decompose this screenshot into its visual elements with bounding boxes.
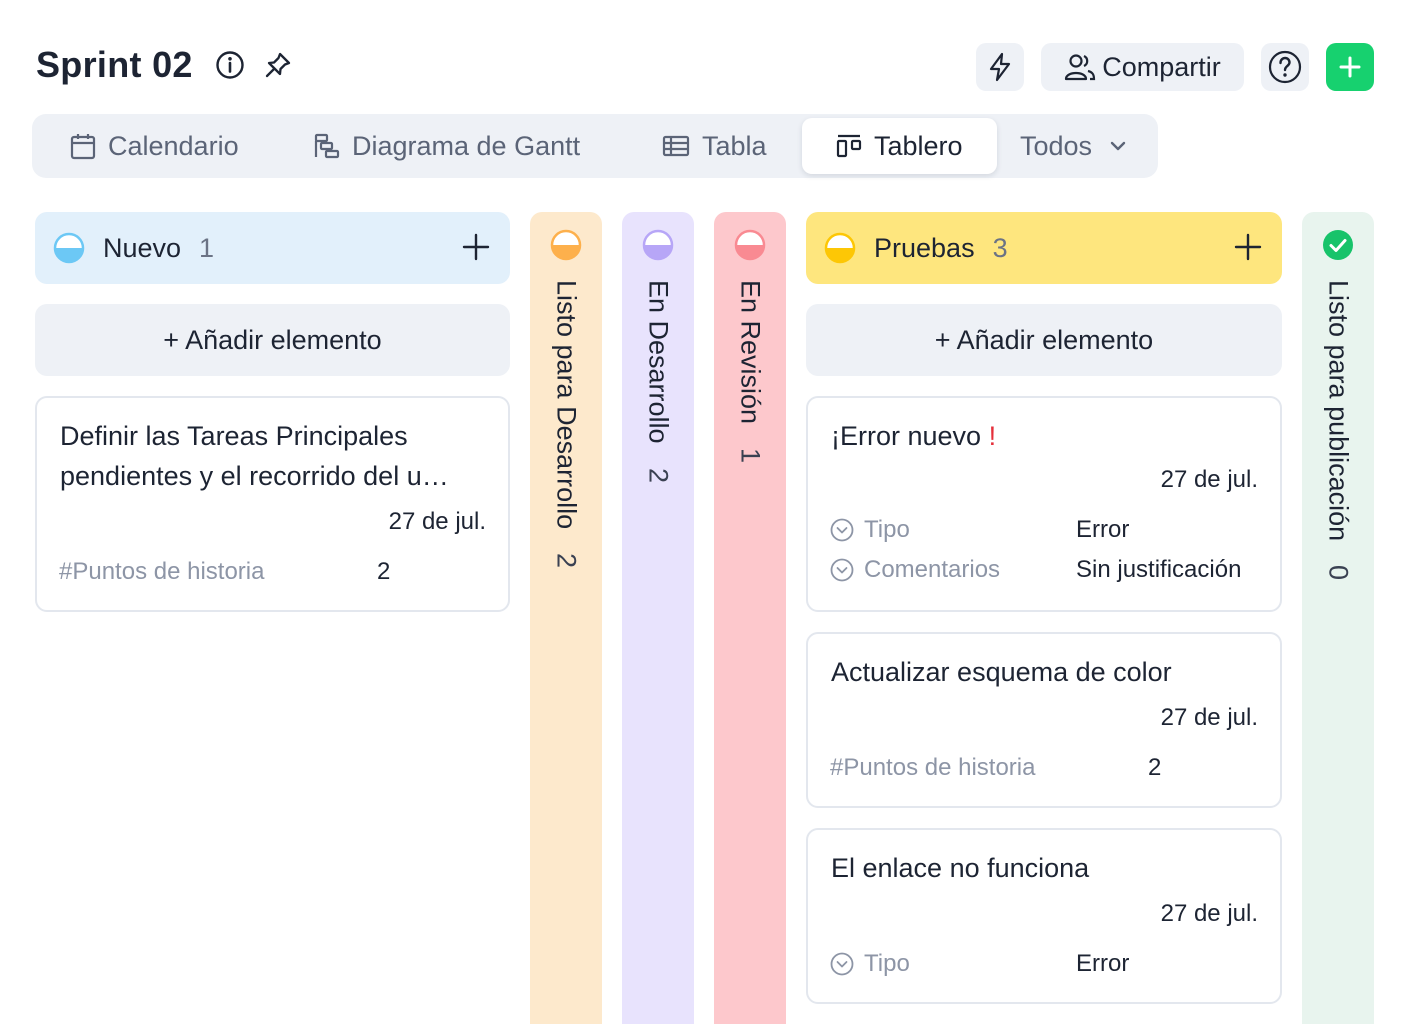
page-title: Sprint 02	[36, 44, 193, 85]
card-field-label: Tipo	[830, 516, 910, 544]
status-ready-icon	[550, 229, 582, 261]
share-label: Compartir	[1102, 51, 1221, 82]
add-button[interactable]	[1326, 43, 1374, 91]
card-title: El enlace no funciona	[831, 853, 1090, 883]
add-item-button[interactable]: + Añadir elemento	[35, 304, 510, 376]
table-icon	[662, 135, 690, 157]
column-count: 2	[643, 467, 674, 483]
column-name: Listo para Desarrollo2	[551, 280, 582, 569]
card-field-value: Sin justificación	[1076, 556, 1242, 583]
card-field-value: Error	[1076, 950, 1130, 977]
tab-calendario[interactable]: Calendario	[70, 114, 239, 178]
column-count: 2	[551, 553, 582, 569]
view-tabs: Calendario Diagrama de Gantt Tabla Table…	[32, 114, 1158, 178]
column-en-desarrollo[interactable]: En Desarrollo2	[622, 212, 694, 1024]
chevron-down-icon	[1110, 141, 1126, 151]
card-date: 27 de jul.	[388, 508, 486, 535]
card[interactable]: Definir las Tareas Principales pendiente…	[35, 396, 510, 612]
column-name: En Desarrollo2	[643, 280, 674, 483]
automation-button[interactable]	[976, 43, 1024, 91]
check-circle-icon	[1323, 230, 1353, 260]
card-field-value: 2	[377, 558, 391, 585]
tab-tabla[interactable]: Tabla	[662, 114, 767, 178]
column-count: 1	[199, 232, 215, 263]
card[interactable]: ¡Error nuevo ! 27 de jul. Tipo Error Com…	[806, 396, 1282, 612]
pin-icon[interactable]	[263, 50, 293, 80]
status-testing-icon	[824, 232, 856, 264]
chevron-circle-icon	[830, 558, 854, 582]
card[interactable]: El enlace no funciona 27 de jul. Tipo Er…	[806, 828, 1282, 1004]
card-field-label: Tipo	[830, 950, 910, 978]
card-field-value: 2	[1148, 754, 1162, 781]
card-field-label: Comentarios	[830, 556, 1000, 584]
card-title: ¡Error nuevo !	[831, 421, 997, 451]
lightning-icon	[989, 52, 1011, 82]
error-mark: !	[988, 421, 997, 451]
column-en-revision[interactable]: En Revisión1	[714, 212, 786, 1024]
chevron-circle-icon	[830, 952, 854, 976]
card-field-label: #Puntos de historia	[830, 754, 1036, 781]
card-field-value: Error	[1076, 516, 1130, 543]
column-header-nuevo: Nuevo 1	[35, 212, 510, 284]
card-field-label: #Puntos de historia	[59, 558, 265, 585]
plus-icon	[1339, 56, 1361, 78]
card[interactable]: Actualizar esquema de color 27 de jul. #…	[806, 632, 1282, 808]
add-item-icon[interactable]	[1232, 231, 1264, 263]
card-title: Actualizar esquema de color	[831, 657, 1172, 687]
add-item-icon[interactable]	[460, 231, 492, 263]
card-date: 27 de jul.	[1160, 900, 1258, 927]
help-button[interactable]	[1261, 43, 1309, 91]
tab-tablero[interactable]: Tablero	[802, 118, 997, 174]
card-date: 27 de jul.	[1160, 466, 1258, 493]
tab-gantt[interactable]: Diagrama de Gantt	[314, 114, 580, 178]
info-icon[interactable]	[215, 50, 245, 80]
status-review-icon	[734, 229, 766, 261]
column-name: Pruebas	[874, 232, 975, 263]
column-listo-para-publicacion[interactable]: Listo para publicación0	[1302, 212, 1374, 1024]
column-name: Listo para publicación0	[1323, 280, 1354, 581]
help-icon	[1268, 50, 1302, 84]
users-icon	[1065, 54, 1096, 81]
status-new-icon	[53, 232, 85, 264]
tab-todos[interactable]: Todos	[1020, 114, 1128, 178]
column-name: En Revisión1	[735, 280, 766, 464]
gantt-icon	[314, 133, 340, 159]
card-date: 27 de jul.	[1160, 704, 1258, 731]
column-header-pruebas: Pruebas 3	[806, 212, 1282, 284]
card-title: Definir las Tareas Principales pendiente…	[60, 421, 449, 491]
column-count: 0	[1323, 565, 1354, 581]
board-icon	[836, 134, 862, 158]
add-item-button[interactable]: + Añadir elemento	[806, 304, 1282, 376]
share-button[interactable]: Compartir	[1041, 43, 1244, 91]
calendar-icon	[70, 134, 96, 160]
column-listo-para-desarrollo[interactable]: Listo para Desarrollo2	[530, 212, 602, 1024]
column-count: 3	[992, 232, 1008, 263]
chevron-circle-icon	[830, 518, 854, 542]
column-name: Nuevo	[103, 232, 182, 263]
status-in-progress-icon	[642, 229, 674, 261]
column-count: 1	[735, 448, 766, 464]
